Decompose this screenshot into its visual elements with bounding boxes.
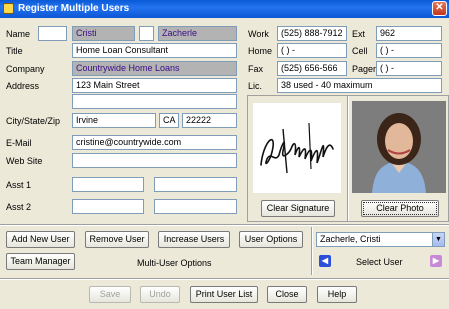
register-users-window: Register Multiple Users ✕ Name Title Com…: [0, 0, 449, 309]
select-user-label: Select User: [356, 257, 403, 267]
website-label: Web Site: [6, 156, 43, 166]
company-field[interactable]: Countrywide Home Loans: [72, 61, 237, 76]
address-label: Address: [6, 81, 40, 91]
multi-user-options-label: Multi-User Options: [137, 258, 212, 268]
asst1-label: Asst 1: [6, 180, 32, 190]
pager-label: Pager: [352, 64, 377, 74]
undo-button[interactable]: Undo: [140, 286, 180, 303]
company-label: Company: [6, 64, 45, 74]
add-new-user-button[interactable]: Add New User: [6, 231, 75, 248]
last-name-field[interactable]: Zacherle: [158, 26, 237, 41]
remove-user-button[interactable]: Remove User: [85, 231, 149, 248]
address-line2-field[interactable]: [72, 94, 237, 109]
print-user-list-button[interactable]: Print User List: [190, 286, 258, 303]
middle-initial-field[interactable]: [139, 26, 154, 41]
cell-phone-field[interactable]: ( ) -: [376, 43, 442, 58]
help-button[interactable]: Help: [317, 286, 357, 303]
user-photo: [352, 101, 446, 193]
ext-label: Ext: [352, 29, 366, 39]
save-button[interactable]: Save: [89, 286, 131, 303]
asst1-phone-field[interactable]: [154, 177, 237, 192]
asst2-phone-field[interactable]: [154, 199, 237, 214]
window-title: Register Multiple Users: [18, 3, 130, 14]
pager-field[interactable]: ( ) -: [376, 61, 442, 76]
fax-label: Fax: [248, 64, 264, 74]
website-field[interactable]: [72, 153, 237, 168]
select-user-dropdown[interactable]: Zacherle, Cristi ▼: [316, 232, 445, 247]
asst1-name-field[interactable]: [72, 177, 144, 192]
title-label: Title: [6, 46, 23, 56]
user-options-button[interactable]: User Options: [239, 231, 303, 248]
name-prefix-field[interactable]: [38, 26, 67, 41]
register-users-app-icon: [3, 3, 14, 14]
arrow-right-icon[interactable]: ▶: [430, 255, 442, 267]
title-bar: Register Multiple Users ✕: [0, 0, 449, 18]
signature-image: [253, 103, 341, 193]
chevron-down-icon[interactable]: ▼: [432, 233, 444, 246]
signature-drawing: [260, 122, 334, 174]
close-window-button[interactable]: ✕: [432, 1, 447, 16]
footer-separator: [0, 278, 449, 280]
fax-field[interactable]: (525) 656-566: [277, 61, 347, 76]
increase-users-button[interactable]: Increase Users: [158, 231, 230, 248]
ext-field[interactable]: 962: [376, 26, 442, 41]
user-portrait: [352, 101, 446, 193]
name-label: Name: [6, 29, 31, 39]
select-divider: [311, 227, 313, 275]
options-separator: [0, 224, 449, 226]
email-label: E-Mail: [6, 138, 32, 148]
select-user-value: Zacherle, Cristi: [320, 234, 381, 244]
asst2-label: Asst 2: [6, 202, 32, 212]
clear-photo-button[interactable]: Clear Photo: [361, 200, 439, 217]
home-phone-label: Home: [248, 46, 273, 56]
address-line1-field[interactable]: 123 Main Street: [72, 78, 237, 93]
license-usage-field: 38 used - 40 maximum: [277, 78, 442, 93]
license-label: Lic.: [248, 81, 263, 91]
panel-divider: [347, 96, 349, 221]
city-state-zip-label: City/State/Zip: [6, 116, 61, 126]
first-name-field[interactable]: Cristi: [72, 26, 135, 41]
zip-field[interactable]: 22222: [182, 113, 237, 128]
state-field[interactable]: CA: [159, 113, 179, 128]
team-manager-button[interactable]: Team Manager: [6, 253, 75, 270]
clear-signature-button[interactable]: Clear Signature: [261, 200, 335, 217]
work-phone-label: Work: [248, 29, 269, 39]
arrow-left-icon[interactable]: ◀: [319, 255, 331, 267]
home-phone-field[interactable]: ( ) -: [277, 43, 347, 58]
city-field[interactable]: Irvine: [72, 113, 156, 128]
title-field[interactable]: Home Loan Consultant: [72, 43, 237, 58]
asst2-name-field[interactable]: [72, 199, 144, 214]
close-button[interactable]: Close: [267, 286, 307, 303]
work-phone-field[interactable]: (525) 888-7912: [277, 26, 347, 41]
cell-label: Cell: [352, 46, 368, 56]
email-field[interactable]: cristine@countrywide.com: [72, 135, 237, 150]
